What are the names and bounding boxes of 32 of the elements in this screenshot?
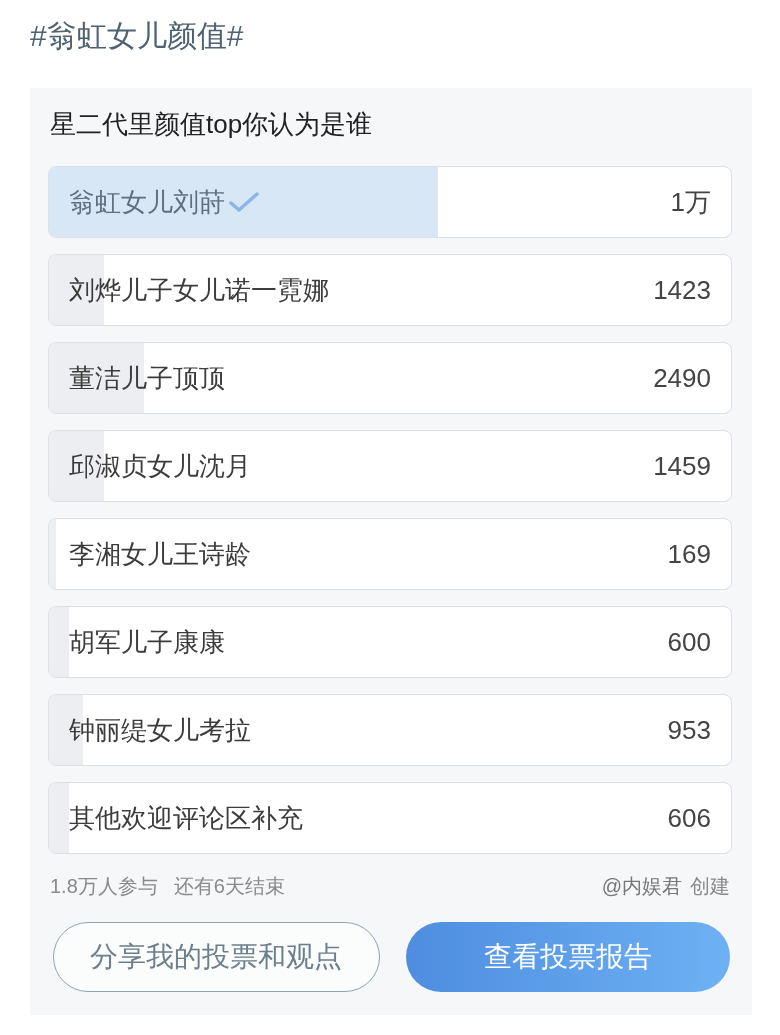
created-label: 创建 [690, 874, 730, 899]
option-label: 钟丽缇女儿考拉 [69, 714, 251, 747]
share-vote-button[interactable]: 分享我的投票和观点 [53, 922, 380, 992]
vote-count: 1459 [653, 450, 711, 483]
check-icon [229, 191, 259, 213]
option-label: 邱淑贞女儿沈月 [69, 450, 251, 483]
option-label: 翁虹女儿刘莳 [69, 186, 225, 219]
vote-count: 600 [667, 626, 711, 659]
vote-count: 953 [667, 714, 711, 747]
option-label: 刘烨儿子女儿诺一霓娜 [69, 274, 329, 307]
option-label: 胡军儿子康康 [69, 626, 225, 659]
creator-link[interactable]: @内娱君 [601, 871, 682, 901]
poll-question: 星二代里颜值top你认为是谁 [50, 108, 373, 141]
vote-option[interactable]: 钟丽缇女儿考拉 953 [48, 694, 732, 766]
vote-option[interactable]: 董洁儿子顶顶 2490 [48, 342, 732, 414]
vote-option[interactable]: 其他欢迎评论区补充 606 [48, 782, 732, 854]
vote-count: 1423 [653, 274, 711, 307]
vote-count: 169 [667, 538, 711, 571]
vote-count: 1万 [670, 186, 711, 219]
option-label: 其他欢迎评论区补充 [69, 802, 303, 835]
vote-option[interactable]: 胡军儿子康康 600 [48, 606, 732, 678]
participant-count: 1.8万人参与 [50, 874, 158, 899]
time-remaining: 还有6天结束 [173, 874, 285, 899]
vote-option[interactable]: 翁虹女儿刘莳 1万 [48, 166, 732, 238]
vote-count: 2490 [653, 362, 711, 395]
topic-hashtag[interactable]: #翁虹女儿颜值# [30, 16, 244, 56]
vote-option[interactable]: 刘烨儿子女儿诺一霓娜 1423 [48, 254, 732, 326]
vote-count: 606 [667, 802, 711, 835]
vote-option[interactable]: 邱淑贞女儿沈月 1459 [48, 430, 732, 502]
vote-option[interactable]: 李湘女儿王诗龄 169 [48, 518, 732, 590]
option-label: 李湘女儿王诗龄 [69, 538, 251, 571]
option-label: 董洁儿子顶顶 [69, 362, 225, 395]
